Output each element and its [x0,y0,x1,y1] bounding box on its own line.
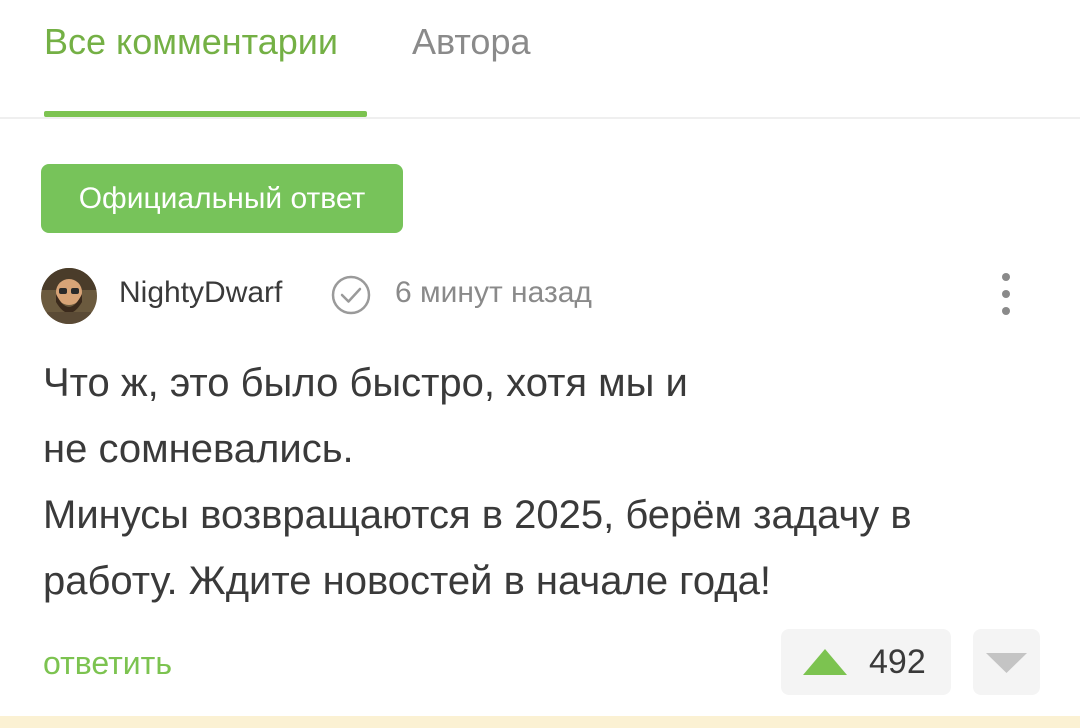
avatar[interactable] [41,268,97,324]
reply-button[interactable]: ответить [43,643,172,683]
comment-line: Минусы возвращаются в 2025, берём задачу… [43,493,912,537]
author-name[interactable]: NightyDwarf [119,276,282,310]
comment-line: работу. Ждите новостей в начале года! [43,559,771,603]
comment-timestamp: 6 минут назад [395,276,592,309]
tab-all-comments[interactable]: Все комментарии [44,22,338,62]
comment-body: Что ж, это было быстро, хотя мы и не сом… [43,350,1043,614]
tab-author[interactable]: Автора [412,22,531,62]
comment-rating: 492 [869,643,926,681]
more-options-icon[interactable] [990,270,1022,320]
upvote-button[interactable]: 492 [781,629,951,695]
comment-tabs: Все комментарии Автора [0,0,1080,119]
comment-line: не сомневались. [43,427,354,471]
check-circle-icon [331,275,371,315]
downvote-arrow-icon [986,653,1027,673]
official-answer-badge: Официальный ответ [41,164,403,233]
tabs-divider [0,117,1080,119]
comment-line: Что ж, это было быстро, хотя мы и [43,361,688,405]
next-comment-strip [0,716,1080,728]
upvote-arrow-icon [803,649,847,675]
downvote-button[interactable] [973,629,1040,695]
